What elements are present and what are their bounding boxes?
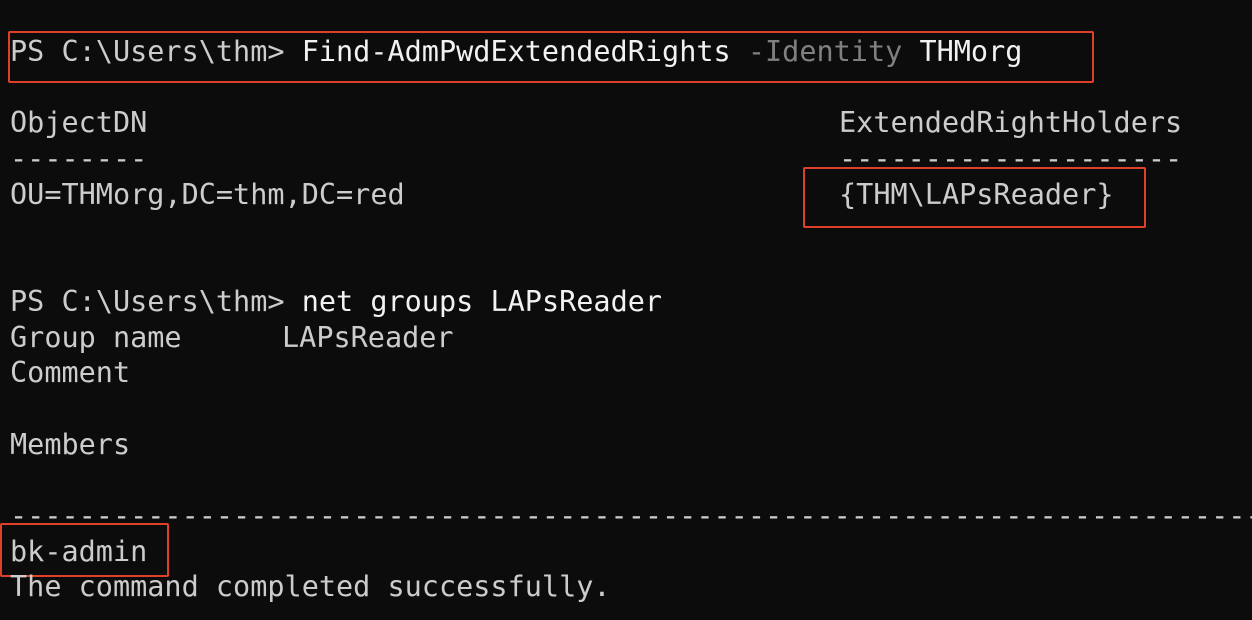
highlight-box-right-holder: [803, 167, 1146, 228]
group-name-value: LAPsReader: [282, 321, 454, 354]
command-name: net: [301, 285, 354, 318]
members-separator: ----------------------------------------…: [10, 499, 1252, 532]
comment-label: Comment: [10, 356, 131, 389]
members-label: Members: [10, 428, 131, 461]
highlight-box-member: [0, 523, 169, 577]
group-name-label: Group name: [10, 321, 182, 354]
table-header-objectdn: ObjectDN: [10, 106, 148, 139]
command-line-net-groups: PS C:\Users\thm> net groups LAPsReader: [10, 285, 662, 319]
completion-message: The command completed successfully.: [10, 570, 611, 603]
command-arguments: groups LAPsReader: [370, 285, 663, 318]
table-header-extendedrightholders: ExtendedRightHolders: [839, 106, 1183, 139]
table-rule-objectdn: --------: [10, 142, 148, 175]
powershell-terminal[interactable]: PS C:\Users\thm> Find-AdmPwdExtendedRigh…: [0, 0, 1252, 620]
table-value-objectdn: OU=THMorg,DC=thm,DC=red: [10, 178, 405, 211]
highlight-box-command: [8, 31, 1094, 83]
prompt: PS C:\Users\thm>: [10, 285, 302, 318]
